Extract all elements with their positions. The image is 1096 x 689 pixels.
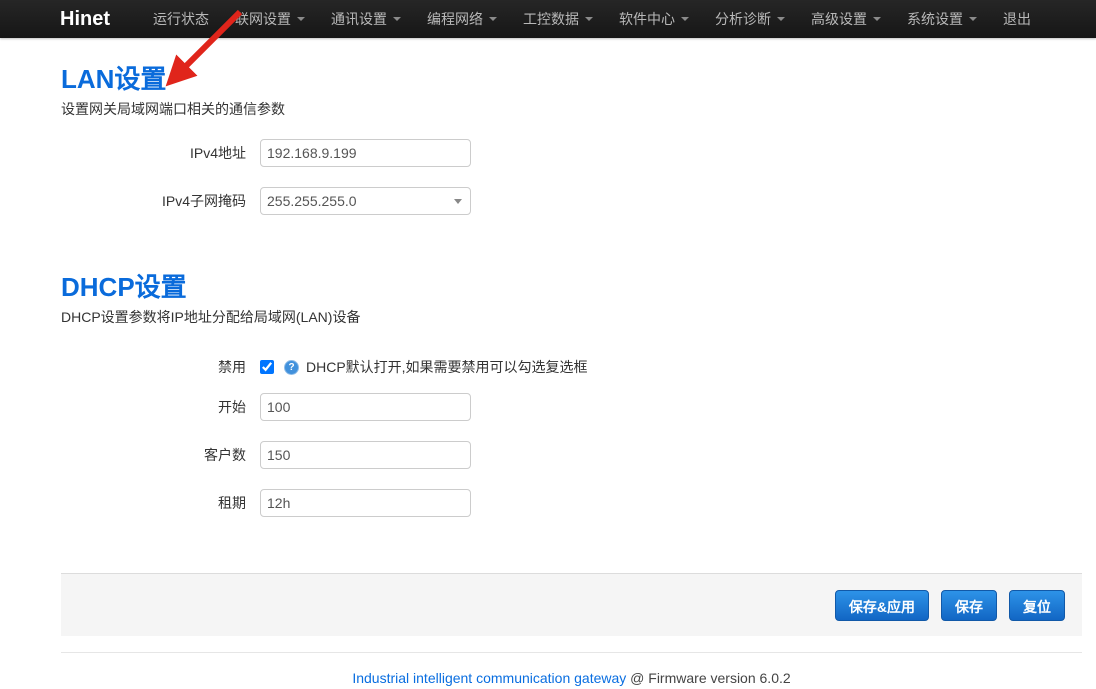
dhcp-start-row: 开始 — [61, 393, 1096, 421]
top-navbar: Hinet 运行状态 联网设置 通讯设置 编程网络 工控数据 软件中心 分析诊断… — [0, 0, 1096, 38]
ipv4-netmask-label: IPv4子网掩码 — [61, 191, 246, 211]
dhcp-lease-row: 租期 — [61, 489, 1096, 517]
dhcp-clients-label: 客户数 — [61, 445, 246, 465]
dhcp-start-label: 开始 — [61, 397, 246, 417]
nav-item-industrial-data[interactable]: 工控数据 — [510, 0, 606, 38]
chevron-down-icon — [297, 17, 305, 21]
save-apply-button[interactable]: 保存&应用 — [835, 590, 929, 621]
main-content: LAN设置 设置网关局域网端口相关的通信参数 IPv4地址 IPv4子网掩码 2… — [0, 59, 1096, 517]
nav-item-analysis-diagnosis[interactable]: 分析诊断 — [702, 0, 798, 38]
chevron-down-icon — [777, 17, 785, 21]
chevron-down-icon — [969, 17, 977, 21]
chevron-down-icon — [393, 17, 401, 21]
nav-item-advanced-settings[interactable]: 高级设置 — [798, 0, 894, 38]
chevron-down-icon — [681, 17, 689, 21]
dhcp-start-input[interactable] — [260, 393, 471, 421]
nav-item-running-status[interactable]: 运行状态 — [140, 0, 222, 38]
ipv4-netmask-row: IPv4子网掩码 255.255.255.0 — [61, 187, 1096, 215]
dhcp-section-subtitle: DHCP设置参数将IP地址分配给局域网(LAN)设备 — [61, 307, 1096, 327]
ipv4-address-label: IPv4地址 — [61, 143, 246, 163]
nav-item-system-settings[interactable]: 系统设置 — [894, 0, 990, 38]
reset-button[interactable]: 复位 — [1009, 590, 1065, 621]
actions-bar: 保存&应用 保存 复位 — [61, 573, 1082, 636]
dhcp-section-title: DHCP设置 — [61, 267, 1096, 304]
ipv4-address-row: IPv4地址 — [61, 139, 1096, 167]
nav-item-comm-settings[interactable]: 通讯设置 — [318, 0, 414, 38]
chevron-down-icon — [489, 17, 497, 21]
dhcp-lease-label: 租期 — [61, 493, 246, 513]
lan-section-title: LAN设置 — [61, 59, 1096, 96]
dhcp-disable-label: 禁用 — [61, 357, 246, 377]
save-button[interactable]: 保存 — [941, 590, 997, 621]
dhcp-disable-checkbox[interactable] — [260, 360, 274, 374]
dhcp-disable-hint: DHCP默认打开,如果需要禁用可以勾选复选框 — [306, 357, 588, 377]
brand-logo[interactable]: Hinet — [60, 8, 110, 31]
dhcp-clients-row: 客户数 — [61, 441, 1096, 469]
nav-item-programming-network[interactable]: 编程网络 — [414, 0, 510, 38]
chevron-down-icon — [585, 17, 593, 21]
dhcp-disable-row: 禁用 ? DHCP默认打开,如果需要禁用可以勾选复选框 — [61, 357, 1096, 377]
ipv4-address-input[interactable] — [260, 139, 471, 167]
page-footer: Industrial intelligent communication gat… — [61, 652, 1082, 686]
dhcp-clients-input[interactable] — [260, 441, 471, 469]
chevron-down-icon — [873, 17, 881, 21]
nav-item-network-settings[interactable]: 联网设置 — [222, 0, 318, 38]
nav-menu: 运行状态 联网设置 通讯设置 编程网络 工控数据 软件中心 分析诊断 高级设置 … — [140, 0, 1044, 38]
help-icon[interactable]: ? — [284, 360, 299, 375]
firmware-version-text: @ Firmware version 6.0.2 — [630, 670, 790, 686]
nav-item-logout[interactable]: 退出 — [990, 0, 1044, 38]
ipv4-netmask-select[interactable]: 255.255.255.0 — [260, 187, 471, 215]
nav-item-software-center[interactable]: 软件中心 — [606, 0, 702, 38]
lan-section-subtitle: 设置网关局域网端口相关的通信参数 — [61, 99, 1096, 119]
dhcp-lease-input[interactable] — [260, 489, 471, 517]
gateway-footer-link[interactable]: Industrial intelligent communication gat… — [352, 670, 626, 686]
